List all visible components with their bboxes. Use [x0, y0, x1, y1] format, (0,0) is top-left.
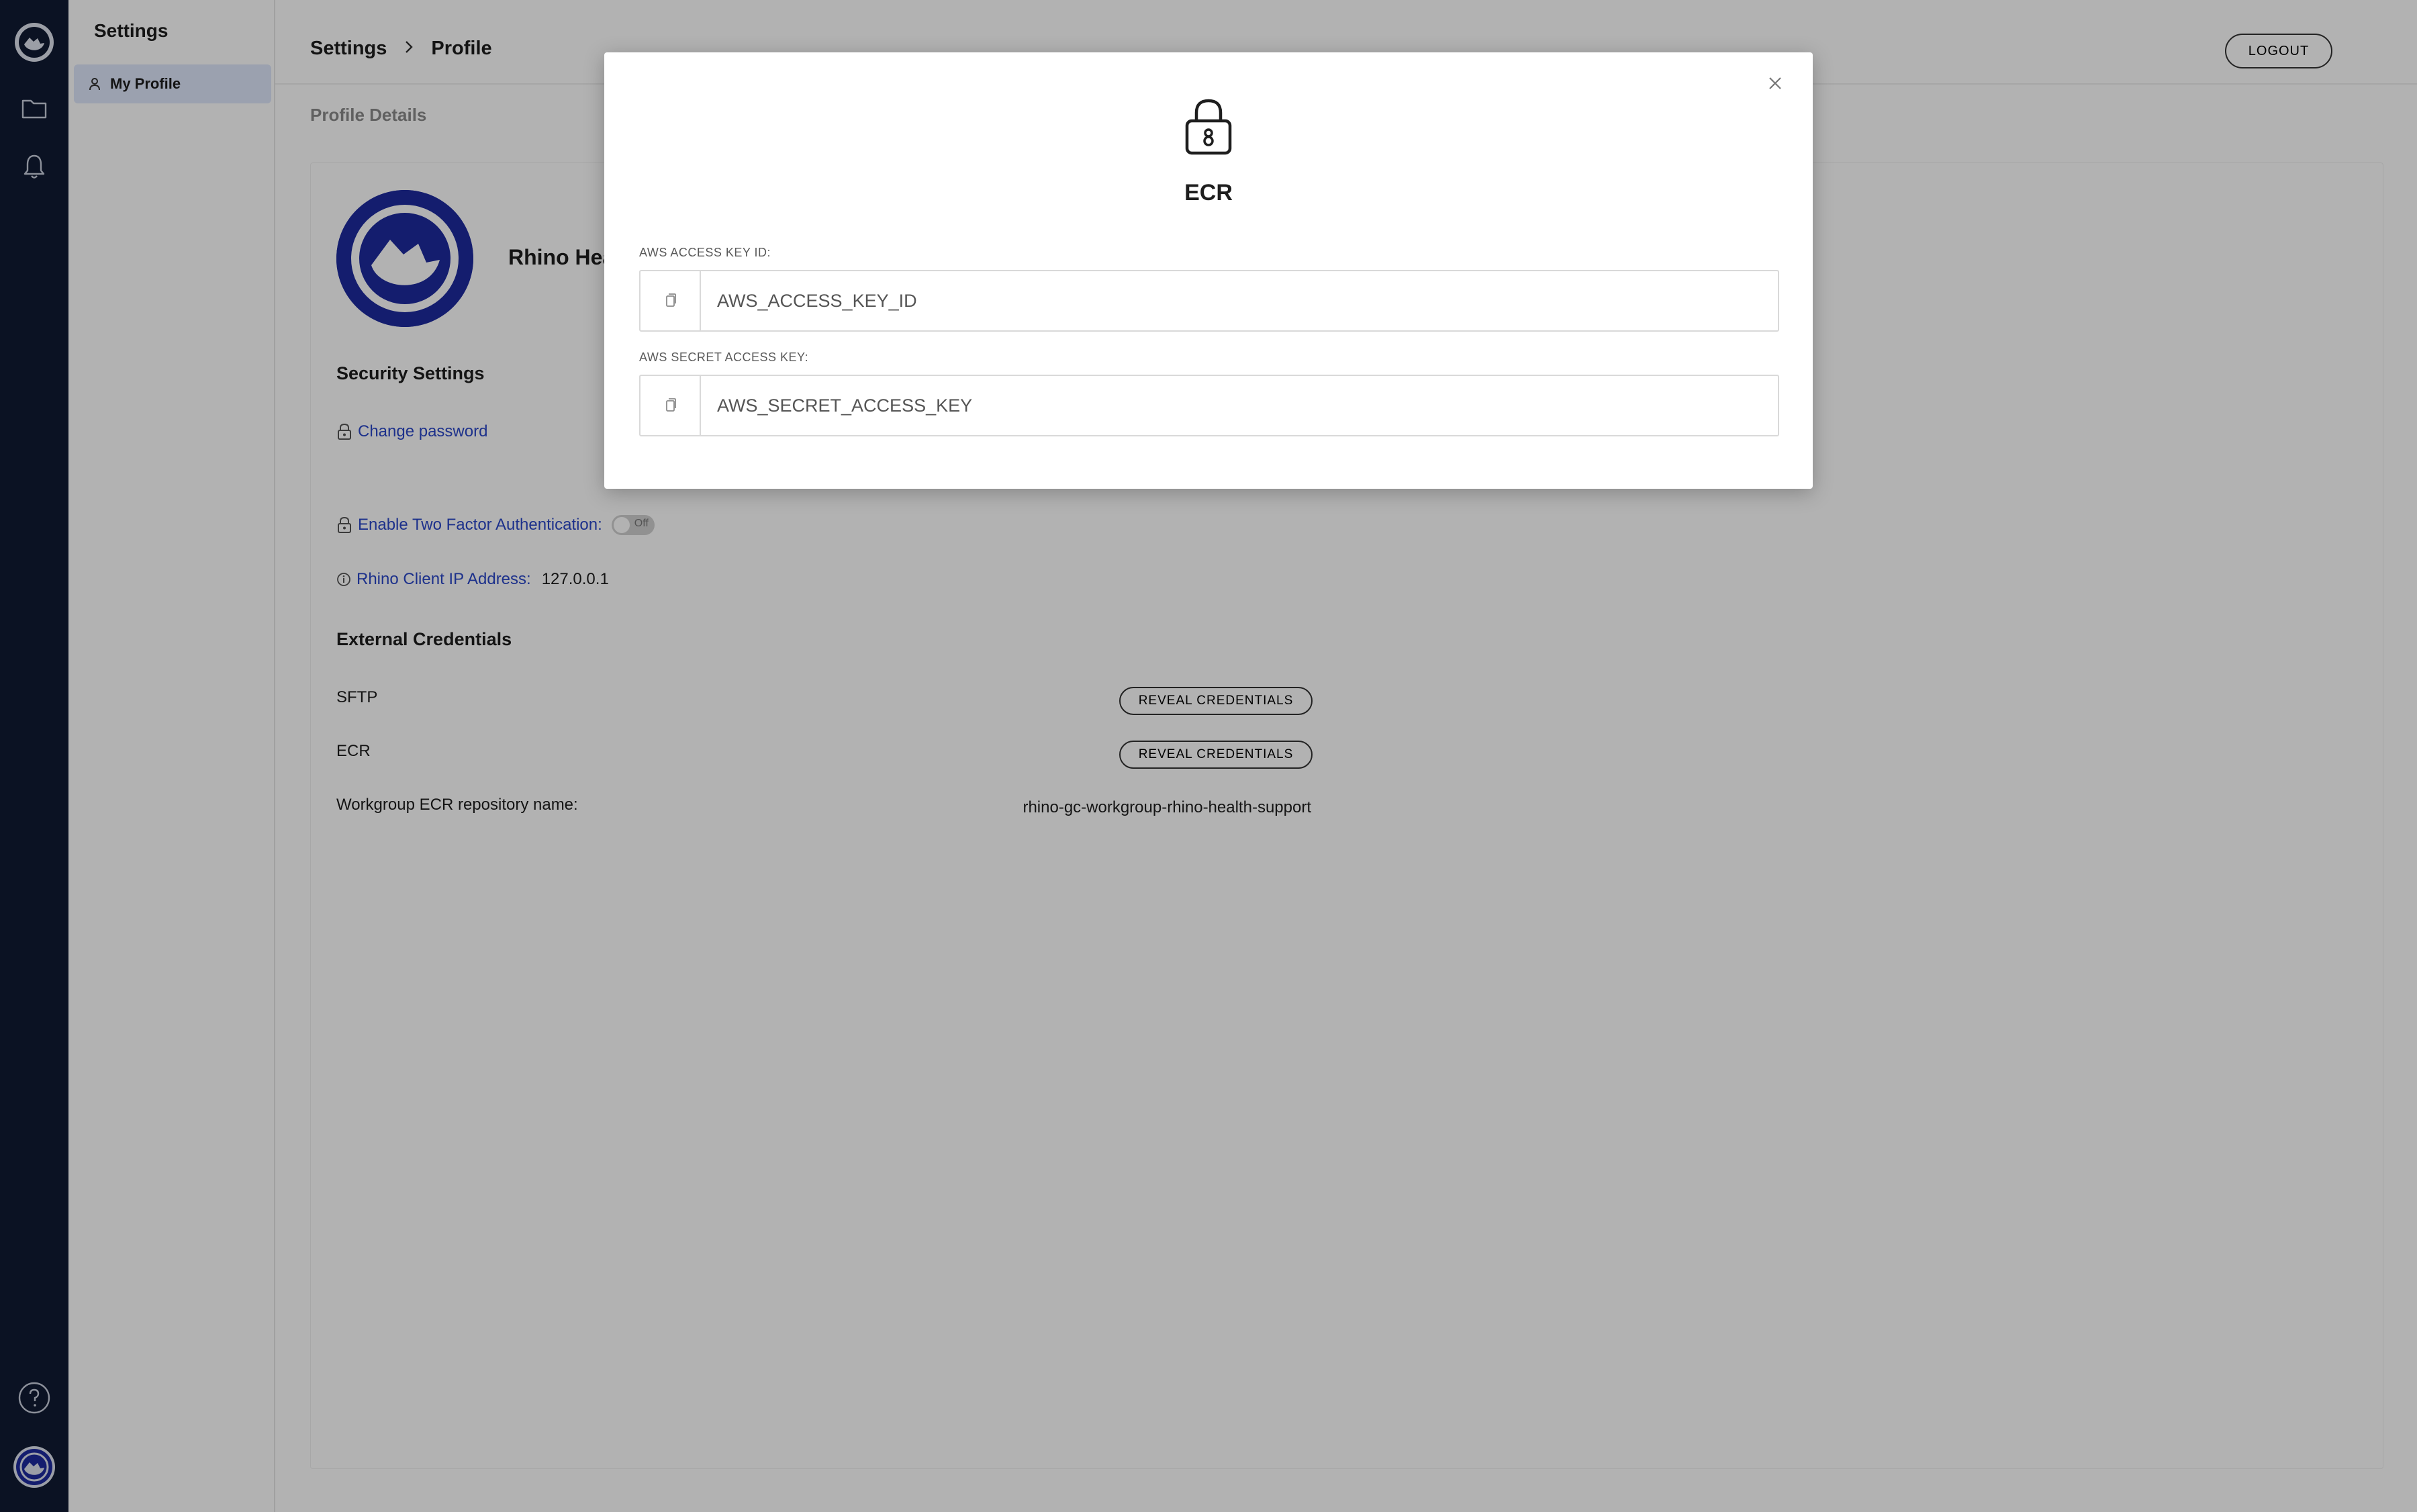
copy-icon[interactable]: [641, 376, 701, 435]
close-icon[interactable]: [1762, 70, 1789, 97]
secret-key-field: [639, 375, 1779, 436]
access-key-field: [639, 270, 1779, 332]
lock-icon: [1182, 95, 1235, 160]
access-key-input[interactable]: [701, 271, 1778, 330]
secret-key-label: AWS SECRET ACCESS KEY:: [639, 350, 809, 364]
copy-icon[interactable]: [641, 271, 701, 330]
access-key-label: AWS ACCESS KEY ID:: [639, 246, 771, 259]
ecr-credentials-modal: ECR AWS ACCESS KEY ID: AWS SECRET ACCESS…: [604, 52, 1813, 489]
modal-title: ECR: [1184, 180, 1233, 205]
secret-key-input[interactable]: [701, 376, 1778, 435]
